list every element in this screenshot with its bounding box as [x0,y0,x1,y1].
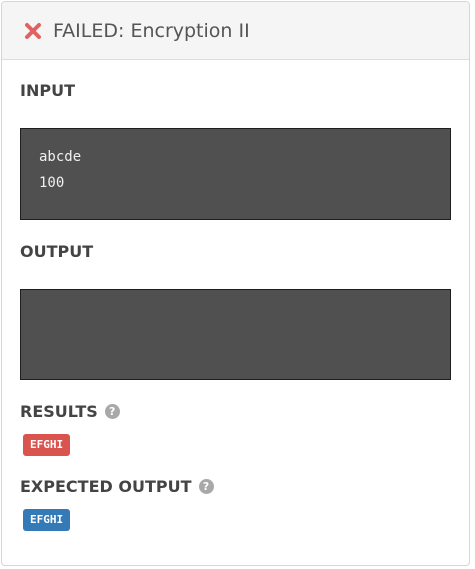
results-label-text: RESULTS [20,402,98,421]
expected-output-label: EXPECTED OUTPUT ? [20,477,214,496]
close-icon [25,22,41,39]
question-circle-icon[interactable]: ? [104,404,120,419]
results-badge: EFGHI [23,434,71,456]
panel-header: FAILED: Encryption II [2,2,469,60]
question-circle-icon[interactable]: ? [198,479,214,494]
results-label: RESULTS ? [20,402,120,421]
input-console: abcde 100 [20,128,451,220]
output-console [20,289,451,380]
input-line: abcde [39,149,82,165]
panel-title: FAILED: Encryption II [53,19,250,42]
expected-output-badge: EFGHI [23,509,71,531]
input-line: 100 [39,175,65,191]
expected-output-label-text: EXPECTED OUTPUT [20,477,192,496]
input-label-text: INPUT [20,81,75,100]
input-label: INPUT [20,81,75,100]
output-label-text: OUTPUT [20,242,94,261]
output-label: OUTPUT [20,242,93,261]
